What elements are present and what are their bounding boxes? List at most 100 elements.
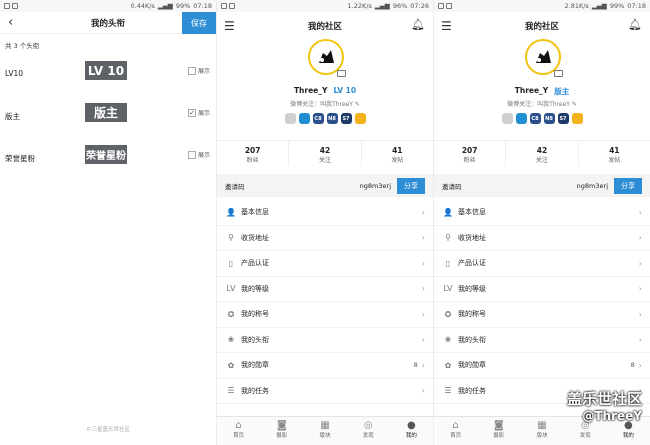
edit-icon[interactable]: ✎ (572, 101, 577, 108)
nav-item[interactable]: ▦ 版块 (520, 417, 563, 445)
clock: 07:26 (410, 2, 429, 10)
menu-item-label: 基本信息 (458, 208, 486, 217)
invite-code-row: 邀请码 ng8m3erj 分享 (434, 174, 650, 197)
chevron-right-icon: › (421, 335, 425, 345)
medal-strip[interactable]: C8 N8 S7 (434, 113, 650, 124)
stat-item[interactable]: 207 粉丝 (217, 141, 288, 166)
clock: 07:18 (627, 2, 646, 10)
chevron-right-icon: › (421, 309, 425, 319)
menu-item[interactable]: ❀ 我的头衔 › (217, 328, 433, 353)
show-toggle[interactable]: 展示 (188, 150, 210, 159)
show-checkbox[interactable] (188, 150, 196, 159)
nav-label: 摄影 (493, 433, 505, 439)
status-bar: 1.22K/s ▂▄▆ 96% 07:26 (217, 0, 433, 12)
camera-icon[interactable] (337, 70, 346, 77)
menu-item-label: 收货地址 (458, 233, 486, 242)
save-button[interactable]: 保存 (182, 12, 216, 34)
nav-item[interactable]: ● 我的 (390, 417, 433, 445)
stat-item[interactable]: 207 粉丝 (434, 141, 505, 166)
stat-item[interactable]: 42 关注 (288, 141, 360, 166)
medal-icon (501, 113, 513, 124)
weibo-text: 微博关注：叫我ThreeY (507, 101, 570, 108)
show-checkbox[interactable]: ✓ (188, 108, 196, 117)
nav-item[interactable]: ◎ 发现 (347, 417, 390, 445)
menu-item[interactable]: ⚲ 收货地址 › (434, 226, 650, 251)
menu-item[interactable]: LV 我的等级 › (434, 277, 650, 302)
weibo-text: 微博关注：叫我ThreeY (290, 101, 353, 108)
nav-label: 我的 (622, 433, 634, 439)
menu-item[interactable]: LV 我的等级 › (217, 277, 433, 302)
menu-item[interactable]: 👤 基本信息 › (217, 200, 433, 226)
clock: 07:18 (193, 2, 212, 10)
title-count: 共 3 个头衔 (5, 42, 40, 50)
invite-label: 邀请码 (442, 182, 462, 191)
level-icon: LV (443, 284, 453, 294)
chevron-right-icon: › (421, 233, 425, 243)
menu-item[interactable]: ✿ 我的勋章 8 › (434, 353, 650, 379)
title-badge: 版主 (85, 103, 127, 122)
title-row: LV10 LV 10 展示 (0, 56, 216, 98)
user-level: LV 10 (333, 86, 357, 95)
avatar-image (528, 42, 558, 72)
show-checkbox[interactable] (188, 66, 196, 75)
nav-item[interactable]: ▦ 版块 (303, 417, 346, 445)
stat-number: 42 (319, 146, 331, 155)
bottom-nav: ⌂ 首页 ◙ 摄影 ▦ 版块 ◎ 发现 ● 我的 (217, 416, 433, 445)
menu-item-count: 8 (413, 361, 418, 370)
back-icon[interactable]: ‹ (8, 15, 13, 30)
stat-item[interactable]: 41 发帖 (577, 141, 650, 166)
medal-strip[interactable]: C8 N8 S7 (217, 113, 433, 124)
level-icon: LV (226, 284, 236, 294)
nav-item[interactable]: ⌂ 首页 (434, 417, 477, 445)
medal-icon: ✿ (444, 360, 452, 370)
stat-label: 发帖 (608, 157, 621, 164)
show-toggle[interactable]: ✓ 展示 (188, 108, 210, 117)
watermark-line1: 盖乐世社区 (566, 390, 642, 408)
footer-copyright: ©三星盖乐世社区 (85, 427, 130, 433)
menu-icon[interactable]: ☰ (224, 19, 235, 33)
menu-item[interactable]: ▯ 产品认证 › (434, 251, 650, 277)
show-toggle[interactable]: 展示 (188, 66, 210, 75)
nav-item[interactable]: ◙ 摄影 (260, 417, 303, 445)
medal-icon: N8 (543, 113, 555, 124)
username: Three_Y (514, 86, 549, 95)
badge-icon: ✪ (227, 309, 235, 319)
edit-icon[interactable]: ✎ (355, 101, 360, 108)
nav-item[interactable]: ⌂ 首页 (217, 417, 260, 445)
menu-item-label: 基本信息 (241, 208, 269, 217)
watermark: 盖乐世社区 @ThreeY (567, 388, 642, 423)
show-label: 展示 (198, 68, 211, 75)
page-title: 我的社区 (524, 21, 559, 32)
menu-item-label: 产品认证 (241, 259, 269, 268)
show-label: 展示 (198, 110, 211, 117)
chevron-right-icon: › (638, 258, 642, 268)
camera-icon[interactable] (554, 70, 563, 77)
menu-item[interactable]: ✪ 我的称号 › (217, 302, 433, 328)
chevron-right-icon: › (638, 360, 642, 370)
menu-item[interactable]: ☰ 我的任务 › (217, 379, 433, 404)
menu-item-label: 我的勋章 (458, 361, 486, 370)
chevron-right-icon: › (638, 284, 642, 294)
menu-item-label: 我的任务 (458, 386, 486, 395)
share-button[interactable]: 分享 (397, 177, 425, 194)
menu-icon[interactable]: ☰ (441, 19, 452, 33)
menu-item[interactable]: ✿ 我的勋章 8 › (217, 353, 433, 379)
menu-item[interactable]: ▯ 产品认证 › (217, 251, 433, 277)
nav-item[interactable]: ◙ 摄影 (477, 417, 520, 445)
menu-item-label: 我的等级 (458, 284, 486, 293)
stat-label: 粉丝 (463, 157, 476, 164)
grid-icon: ▦ (320, 420, 330, 431)
notification-icon (221, 3, 227, 9)
menu-item[interactable]: ✪ 我的称号 › (434, 302, 650, 328)
menu-list: 👤 基本信息 › ⚲ 收货地址 › ▯ 产品认证 › LV 我的等级 › ✪ 我的称号 › ❀ 我的头衔 › ✿ 我的… (217, 200, 433, 404)
menu-item[interactable]: ❀ 我的头衔 › (434, 328, 650, 353)
chevron-right-icon: › (638, 233, 642, 243)
stats-row: 207 粉丝 42 关注 41 发帖 (434, 140, 650, 166)
stat-item[interactable]: 42 关注 (505, 141, 577, 166)
menu-item[interactable]: ⚲ 收货地址 › (217, 226, 433, 251)
share-button[interactable]: 分享 (614, 177, 642, 194)
bell-icon[interactable]: 🔔︎ (411, 18, 425, 31)
menu-item[interactable]: 👤 基本信息 › (434, 200, 650, 226)
bell-icon[interactable]: 🔔︎ (628, 18, 642, 31)
stat-item[interactable]: 41 发帖 (360, 141, 433, 166)
